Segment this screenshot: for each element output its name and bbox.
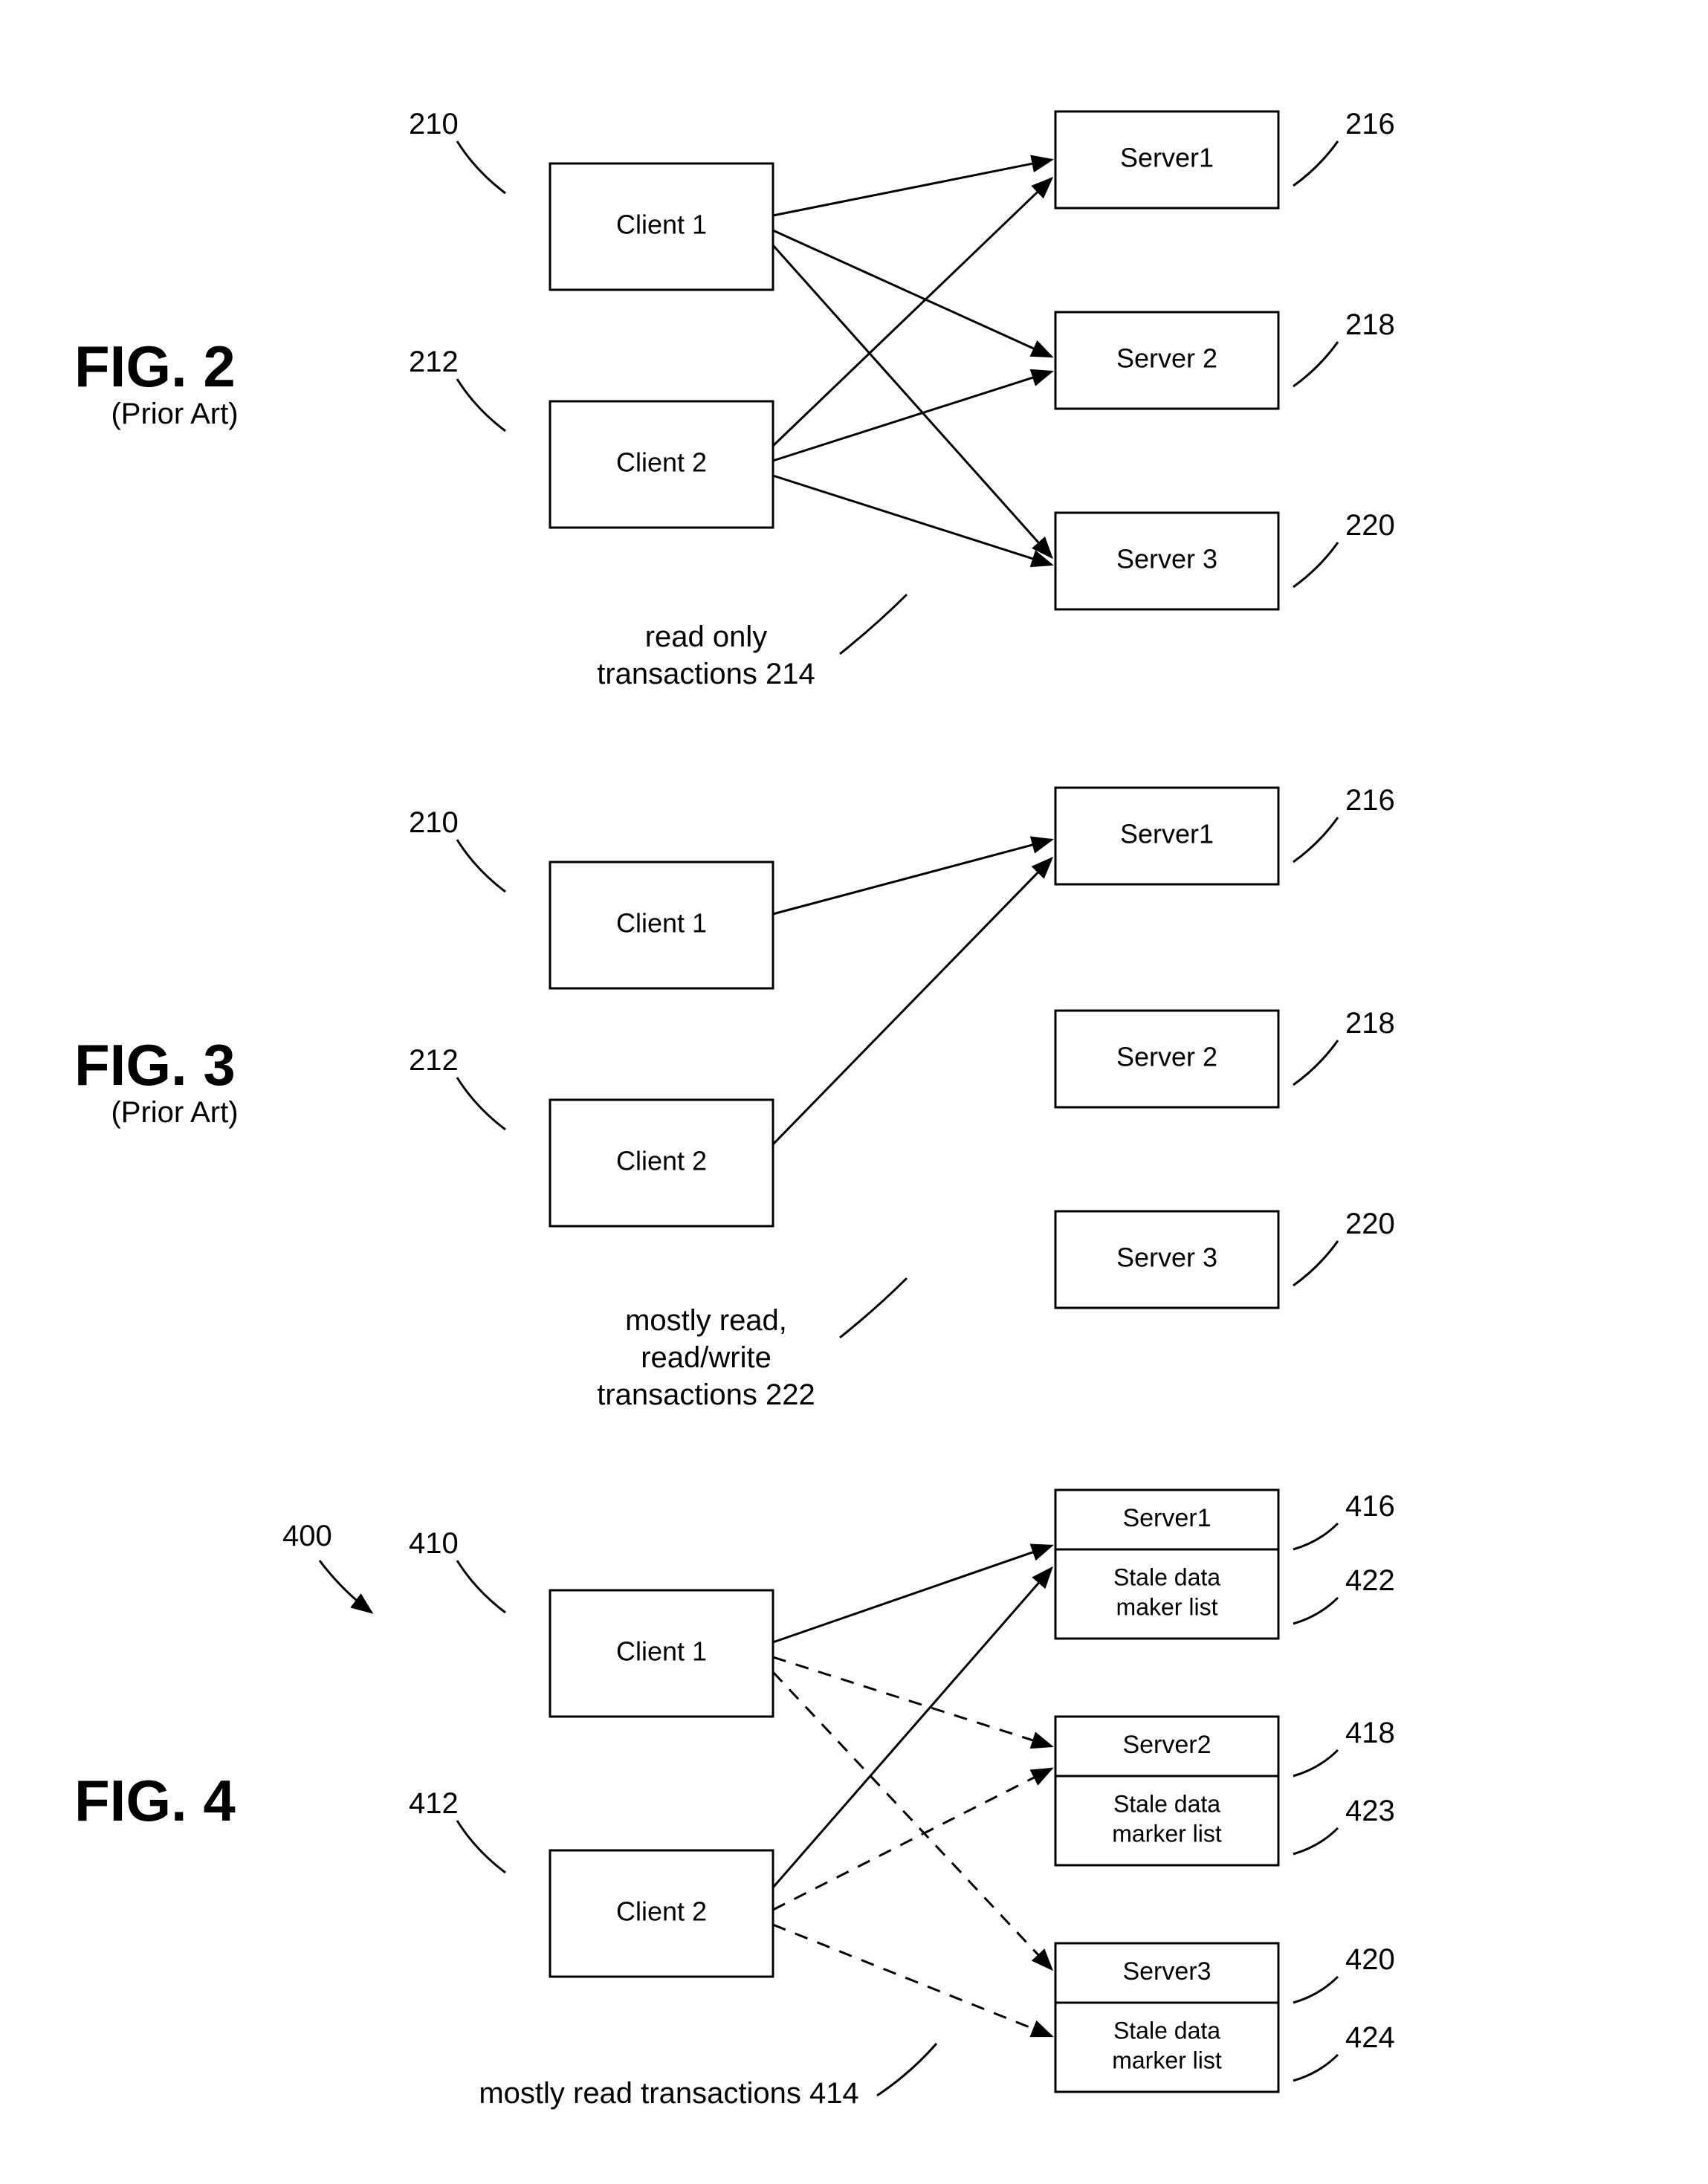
fig4-ref: 400	[282, 1520, 332, 1552]
leader-arrow	[1293, 1598, 1338, 1624]
leader-arrow	[1293, 1523, 1338, 1549]
leader-arrow	[457, 379, 505, 431]
leader-arrow	[1293, 141, 1338, 186]
diagram-canvas: FIG. 2 (Prior Art) Client 1 210 Client 2…	[0, 0, 1708, 2180]
fig3-client2-ref: 212	[409, 1044, 459, 1077]
fig3-server3-ref: 220	[1345, 1208, 1395, 1240]
fig4-server1-stale-ref: 422	[1345, 1564, 1395, 1597]
fig3-client1-ref: 210	[409, 806, 459, 839]
fig4-title: FIG. 4	[74, 1768, 236, 1833]
leader-arrow	[457, 141, 505, 193]
arrow	[773, 245, 1052, 557]
fig2-client1-label: Client 1	[616, 210, 707, 240]
fig4-server2-stale-line1: Stale data	[1113, 1790, 1220, 1817]
fig4-server3-ref: 420	[1345, 1943, 1395, 1976]
fig4-client1-label: Client 1	[616, 1636, 707, 1667]
leader-arrow	[457, 1561, 505, 1613]
fig4-client2-label: Client 2	[616, 1896, 707, 1927]
leader-arrow	[1293, 1977, 1338, 2003]
fig3-server1-ref: 216	[1345, 784, 1395, 817]
fig2-server1-label: Server1	[1120, 143, 1214, 173]
fig2-server1-ref: 216	[1345, 108, 1395, 140]
fig3-client2-label: Client 2	[616, 1146, 707, 1176]
fig3-subtitle: (Prior Art)	[111, 1096, 238, 1129]
arrow	[773, 372, 1052, 461]
fig2-server2-ref: 218	[1345, 308, 1395, 341]
fig4-server1-stale-line1: Stale data	[1113, 1564, 1220, 1590]
fig4-client2-ref: 412	[409, 1787, 459, 1820]
fig3-server2-label: Server 2	[1116, 1042, 1217, 1072]
fig4-client1-ref: 410	[409, 1527, 459, 1560]
leader-arrow	[877, 2044, 937, 2096]
fig2-caption-line1: read only	[645, 620, 768, 653]
fig2-title: FIG. 2	[74, 334, 236, 399]
fig2-client1-ref: 210	[409, 108, 459, 140]
arrow-dashed	[773, 1657, 1052, 1746]
fig4-server3-stale-line2: marker list	[1112, 2047, 1222, 2073]
arrow-dashed	[773, 1672, 1052, 1969]
fig3-server2-ref: 218	[1345, 1007, 1395, 1040]
fig4-server1-ref: 416	[1345, 1490, 1395, 1523]
fig4-server3-stale-ref: 424	[1345, 2021, 1395, 2054]
fig4: FIG. 4 400 Client 1 410 Client 2 412 Ser…	[74, 1490, 1395, 2110]
leader-arrow	[1293, 817, 1338, 862]
arrow	[773, 840, 1052, 914]
fig2-server2-label: Server 2	[1116, 343, 1217, 374]
fig2-subtitle: (Prior Art)	[111, 398, 238, 430]
fig2-caption-line2: transactions 214	[597, 658, 815, 690]
fig2-client2-label: Client 2	[616, 447, 707, 478]
fig2-server3-ref: 220	[1345, 509, 1395, 542]
fig2: FIG. 2 (Prior Art) Client 1 210 Client 2…	[74, 108, 1395, 690]
fig4-server3-stale-line1: Stale data	[1113, 2017, 1220, 2044]
arrow	[773, 160, 1052, 216]
arrow	[773, 178, 1052, 446]
leader-arrow	[457, 1078, 505, 1130]
leader-arrow	[840, 594, 907, 654]
fig3-client1-label: Client 1	[616, 908, 707, 939]
fig4-server2-stale-ref: 423	[1345, 1795, 1395, 1827]
fig3-server3-label: Server 3	[1116, 1242, 1217, 1273]
fig3-server1-label: Server1	[1120, 819, 1214, 849]
fig4-server1-label: Server1	[1122, 1504, 1211, 1532]
leader-arrow	[1293, 342, 1338, 386]
fig4-server2-stale-line2: marker list	[1112, 1820, 1222, 1847]
leader-arrow	[1293, 1828, 1338, 1854]
fig3: FIG. 3 (Prior Art) Client 1 210 Client 2…	[74, 784, 1395, 1411]
leader-arrow	[457, 840, 505, 892]
fig2-server3-label: Server 3	[1116, 544, 1217, 574]
fig4-server1-stale-line2: maker list	[1116, 1593, 1218, 1620]
fig4-server3-label: Server3	[1122, 1957, 1211, 1986]
leader-arrow	[1293, 2055, 1338, 2081]
arrow-solid	[773, 1546, 1052, 1642]
fig4-server2-ref: 418	[1345, 1717, 1395, 1749]
arrow-dashed	[773, 1925, 1052, 2036]
fig2-client2-ref: 212	[409, 346, 459, 378]
fig3-caption-line3: transactions 222	[597, 1378, 815, 1411]
fig4-caption: mostly read transactions 414	[479, 2077, 858, 2110]
leader-arrow	[840, 1278, 907, 1338]
leader-arrow	[1293, 1241, 1338, 1286]
arrow	[773, 476, 1052, 565]
leader-arrow	[1293, 1750, 1338, 1776]
fig4-server2-label: Server2	[1122, 1731, 1211, 1759]
fig3-title: FIG. 3	[74, 1032, 236, 1098]
fig3-caption-line1: mostly read,	[625, 1304, 787, 1337]
fig3-caption-line2: read/write	[641, 1341, 771, 1374]
leader-arrow	[457, 1821, 505, 1873]
leader-arrow	[320, 1561, 372, 1613]
leader-arrow	[1293, 542, 1338, 587]
leader-arrow	[1293, 1040, 1338, 1085]
arrow	[773, 858, 1052, 1144]
